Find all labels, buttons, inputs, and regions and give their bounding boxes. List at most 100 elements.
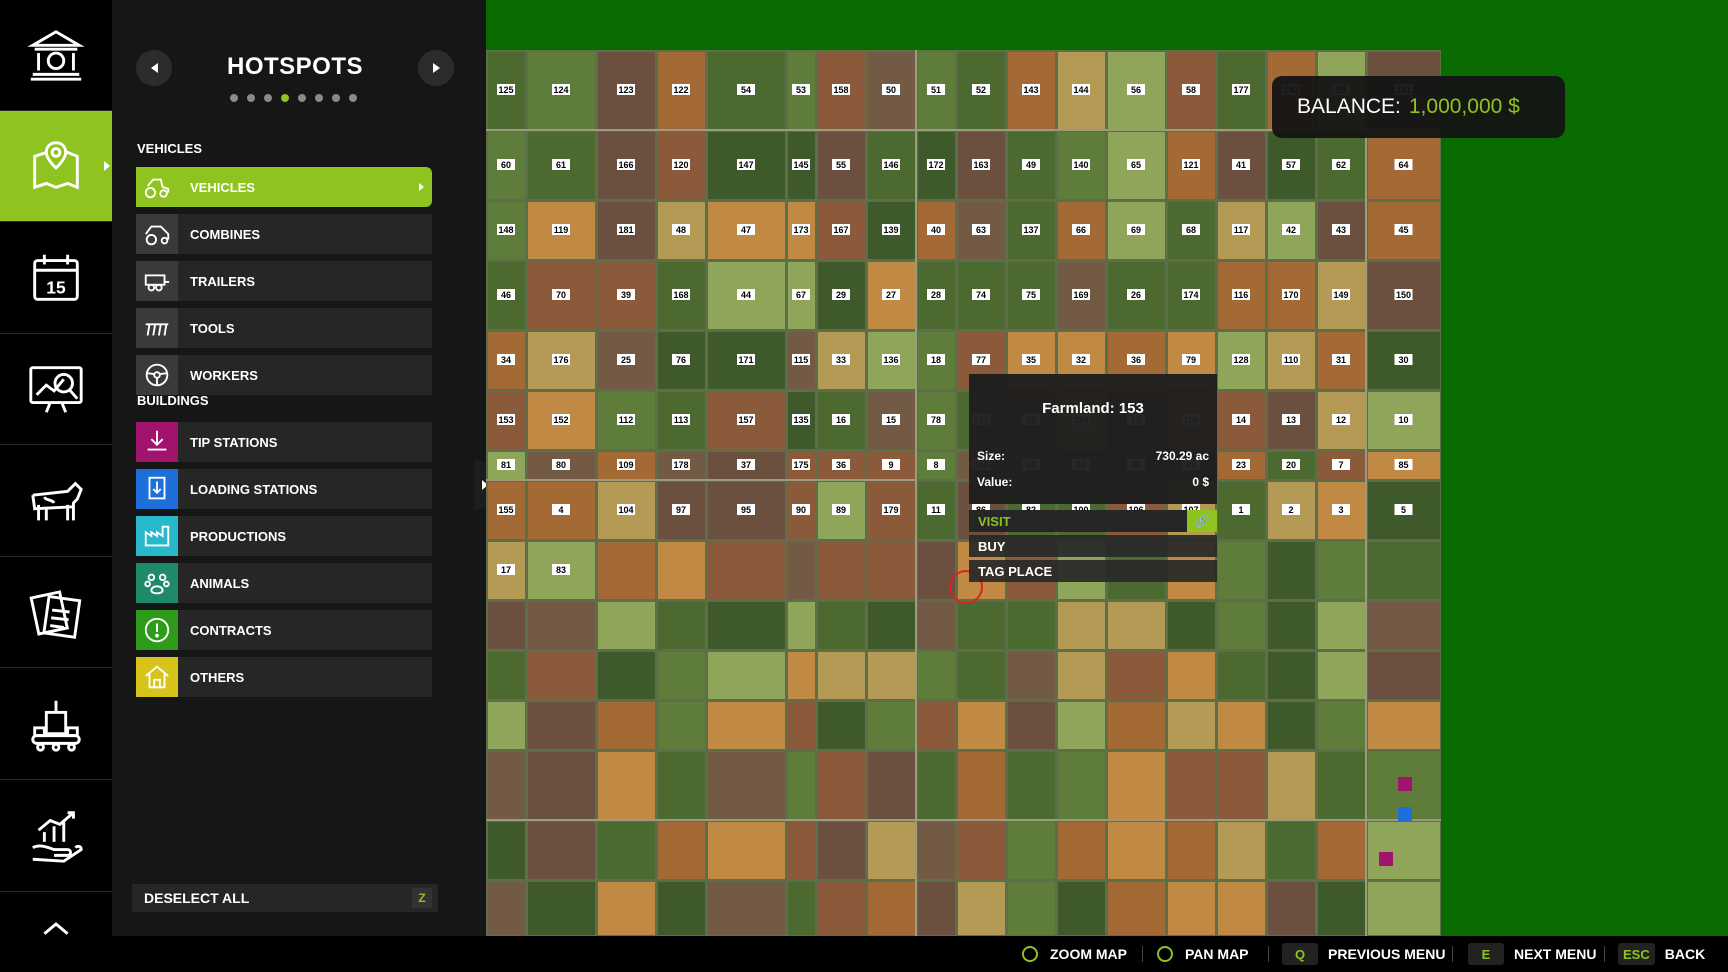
field-parcel[interactable] [958,882,1005,935]
filter-contracts[interactable]: CONTRACTS [136,610,432,650]
page-dot[interactable] [247,94,255,102]
field-parcel[interactable] [818,882,865,935]
filter-combines[interactable]: COMBINES [136,214,432,254]
field-parcel[interactable] [1168,652,1215,699]
field-parcel[interactable] [708,542,785,599]
page-dot[interactable] [315,94,323,102]
field-parcel[interactable] [658,602,705,649]
field-parcel[interactable] [528,752,595,819]
field-parcel[interactable] [1318,542,1365,599]
hint-previous-menu[interactable]: Q PREVIOUS MENU [1282,936,1445,972]
field-parcel[interactable] [488,822,525,879]
field-parcel[interactable] [1368,822,1440,879]
hint-back[interactable]: ESC BACK [1618,936,1705,972]
page-dot[interactable] [332,94,340,102]
field-parcel[interactable] [918,822,955,879]
field-parcel[interactable] [658,882,705,935]
field-parcel[interactable] [1168,752,1215,819]
category-production[interactable] [0,669,112,780]
field-parcel[interactable] [1168,602,1215,649]
field-parcel[interactable] [1268,702,1315,749]
field-parcel[interactable] [1218,822,1265,879]
field-parcel[interactable] [1218,542,1265,599]
field-parcel[interactable] [1008,602,1055,649]
field-parcel[interactable] [1318,882,1365,935]
hint-zoom-map[interactable]: ZOOM MAP [1022,936,1127,972]
field-parcel[interactable] [788,602,815,649]
field-parcel[interactable] [528,652,595,699]
field-parcel[interactable] [708,822,785,879]
field-parcel[interactable] [1268,652,1315,699]
field-parcel[interactable] [658,542,705,599]
field-parcel[interactable] [488,882,525,935]
field-parcel[interactable] [598,702,655,749]
field-parcel[interactable] [868,602,915,649]
field-parcel[interactable] [818,822,865,879]
filter-vehicles[interactable]: VEHICLES [136,167,432,207]
field-parcel[interactable] [868,542,915,599]
next-page-button[interactable] [418,50,454,86]
field-parcel[interactable] [1108,702,1165,749]
field-parcel[interactable] [958,702,1005,749]
field-parcel[interactable] [1108,882,1165,935]
field-parcel[interactable] [528,602,595,649]
field-parcel[interactable] [598,652,655,699]
filter-animals[interactable]: ANIMALS [136,563,432,603]
field-parcel[interactable] [598,822,655,879]
category-statistics[interactable] [0,334,112,445]
field-parcel[interactable] [918,702,955,749]
field-parcel[interactable] [1368,652,1440,699]
field-parcel[interactable] [788,822,815,879]
field-parcel[interactable] [598,882,655,935]
tag-place-button[interactable]: TAG PLACE [969,560,1217,582]
field-parcel[interactable] [1058,702,1105,749]
field-parcel[interactable] [1058,652,1105,699]
field-parcel[interactable] [1218,602,1265,649]
field-parcel[interactable] [1218,752,1265,819]
field-parcel[interactable] [488,752,525,819]
field-parcel[interactable] [1318,822,1365,879]
field-parcel[interactable] [788,752,815,819]
category-animals[interactable] [0,446,112,557]
category-finance[interactable] [0,0,112,111]
field-parcel[interactable] [1268,602,1315,649]
filter-others[interactable]: OTHERS [136,657,432,697]
field-parcel[interactable] [1108,752,1165,819]
field-parcel[interactable] [598,542,655,599]
field-parcel[interactable] [658,822,705,879]
field-parcel[interactable] [1218,702,1265,749]
field-parcel[interactable] [1268,882,1315,935]
field-parcel[interactable] [1368,702,1440,749]
page-dot[interactable] [349,94,357,102]
field-parcel[interactable] [868,652,915,699]
field-parcel[interactable] [658,702,705,749]
filter-loading-stations[interactable]: LOADING STATIONS [136,469,432,509]
field-parcel[interactable] [1058,822,1105,879]
field-parcel[interactable] [658,752,705,819]
field-parcel[interactable] [1008,652,1055,699]
field-parcel[interactable] [1368,542,1440,599]
field-parcel[interactable] [918,652,955,699]
category-finances[interactable] [0,781,112,892]
hint-next-menu[interactable]: E NEXT MENU [1468,936,1596,972]
field-parcel[interactable] [1168,702,1215,749]
field-parcel[interactable] [818,752,865,819]
field-parcel[interactable] [1108,652,1165,699]
page-dot[interactable] [298,94,306,102]
field-parcel[interactable] [488,602,525,649]
field-parcel[interactable] [1318,602,1365,649]
field-parcel[interactable] [958,602,1005,649]
field-parcel[interactable] [1008,882,1055,935]
field-parcel[interactable] [918,602,955,649]
field-parcel[interactable] [1108,602,1165,649]
visit-button[interactable]: VISIT 🔗 [969,510,1217,532]
field-parcel[interactable] [788,702,815,749]
page-dot[interactable] [230,94,238,102]
field-parcel[interactable] [958,652,1005,699]
field-parcel[interactable] [1218,652,1265,699]
field-parcel[interactable] [868,702,915,749]
field-parcel[interactable] [598,752,655,819]
field-parcel[interactable] [788,652,815,699]
field-parcel[interactable] [818,602,865,649]
page-dot[interactable] [281,94,289,102]
